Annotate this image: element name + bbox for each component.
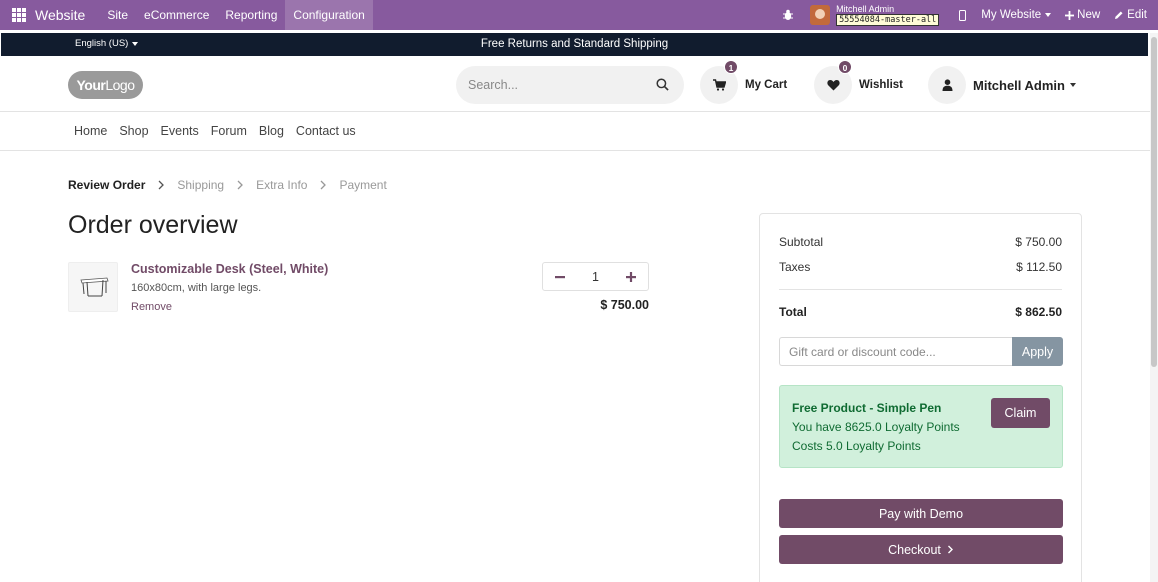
wizard-step-payment[interactable]: Payment: [339, 178, 386, 192]
nav-shop[interactable]: Shop: [113, 112, 154, 150]
new-button-label: New: [1077, 9, 1101, 21]
reward-points-available: You have 8625.0 Loyalty Points: [792, 420, 960, 434]
chevron-right-icon: [158, 180, 165, 190]
page-title: Order overview: [68, 211, 238, 239]
order-summary-card: Subtotal $ 750.00 Taxes $ 112.50 Total $…: [759, 213, 1082, 582]
website-switcher-label: My Website: [981, 9, 1042, 21]
search-bar: [456, 66, 684, 104]
menu-ecommerce[interactable]: eCommerce: [136, 0, 217, 30]
admin-navbar: Website Site eCommerce Reporting Configu…: [0, 0, 1158, 30]
nav-events[interactable]: Events: [155, 112, 205, 150]
wishlist-icon-wrap: 0: [814, 60, 852, 104]
checkout-button[interactable]: Checkout: [779, 535, 1063, 564]
taxes-label: Taxes: [779, 260, 811, 274]
scrollbar-thumb[interactable]: [1151, 37, 1157, 367]
desk-thumbnail-icon: [80, 277, 109, 297]
user-db-block[interactable]: Mitchell Admin 55554084-master-all: [836, 4, 940, 26]
debug-bug-icon[interactable]: [782, 9, 794, 21]
menu-site[interactable]: Site: [99, 0, 136, 30]
nav-forum[interactable]: Forum: [205, 112, 253, 150]
site-logo[interactable]: YourLogo: [68, 71, 143, 99]
menu-reporting[interactable]: Reporting: [217, 0, 285, 30]
apps-menu-icon[interactable]: [12, 8, 26, 22]
nav-contact-us[interactable]: Contact us: [290, 112, 362, 150]
subtotal-row: Subtotal $ 750.00: [779, 235, 1062, 249]
pay-with-demo-button[interactable]: Pay with Demo: [779, 499, 1063, 528]
total-row: Total $ 862.50: [779, 305, 1062, 319]
subtotal-value: $ 750.00: [1015, 235, 1062, 249]
wizard-step-review-order: Review Order: [68, 178, 146, 192]
checkout-wizard: Review Order Shipping Extra Info Payment: [68, 178, 387, 192]
logo-bold-text: Your: [76, 77, 106, 93]
quantity-input[interactable]: [577, 269, 614, 284]
plus-icon: [1065, 10, 1075, 20]
reward-title: Free Product - Simple Pen: [792, 401, 942, 415]
loyalty-reward-box: Free Product - Simple Pen You have 8625.…: [779, 385, 1063, 468]
chevron-right-icon: [237, 180, 244, 190]
pencil-icon: [1115, 11, 1123, 19]
wishlist-button[interactable]: 0 Wishlist: [814, 60, 903, 104]
main-navigation: Home Shop Events Forum Blog Contact us: [0, 112, 1150, 151]
user-menu-label: Mitchell Admin: [973, 77, 1065, 93]
taxes-row: Taxes $ 112.50: [779, 260, 1062, 274]
menu-configuration[interactable]: Configuration: [285, 0, 373, 30]
total-value: $ 862.50: [1015, 305, 1062, 319]
claim-reward-button[interactable]: Claim: [991, 398, 1050, 428]
subtotal-label: Subtotal: [779, 235, 824, 249]
mobile-preview-icon[interactable]: [959, 9, 967, 21]
wishlist-label: Wishlist: [859, 79, 903, 91]
increase-quantity-button[interactable]: [614, 263, 648, 290]
edit-button[interactable]: Edit: [1114, 9, 1147, 21]
user-icon-wrap: [928, 66, 966, 104]
reward-points-cost: Costs 5.0 Loyalty Points: [792, 439, 921, 453]
checkout-button-label: Checkout: [888, 542, 941, 557]
chevron-down-icon: [1045, 13, 1052, 17]
search-icon[interactable]: [656, 78, 669, 91]
user-avatar[interactable]: [810, 5, 831, 25]
chevron-down-icon: [1069, 83, 1076, 87]
new-button[interactable]: New: [1065, 9, 1100, 21]
announcement-bar: English (US) Free Returns and Standard S…: [1, 33, 1148, 56]
product-name-link[interactable]: Customizable Desk (Steel, White): [131, 262, 328, 276]
line-price: $ 750.00: [600, 298, 649, 312]
admin-user-name: Mitchell Admin: [836, 4, 895, 14]
cart-button[interactable]: 1 My Cart: [700, 60, 788, 104]
minus-icon: [555, 275, 565, 278]
plus-icon: [626, 271, 636, 282]
database-name: 55554084-master-all: [836, 14, 940, 26]
heart-icon: [826, 80, 840, 91]
cart-label: My Cart: [745, 79, 788, 91]
decrease-quantity-button[interactable]: [543, 263, 577, 290]
app-brand[interactable]: Website: [35, 7, 85, 23]
total-label: Total: [779, 305, 807, 319]
cart-icon-wrap: 1: [700, 60, 738, 104]
taxes-value: $ 112.50: [1016, 260, 1062, 274]
user-menu[interactable]: Mitchell Admin: [928, 66, 1076, 104]
quantity-stepper: [542, 262, 649, 291]
user-icon: [942, 79, 952, 91]
chevron-right-icon: [947, 545, 953, 554]
chevron-right-icon: [320, 180, 327, 190]
wishlist-count-badge: 0: [838, 60, 852, 74]
apply-coupon-button[interactable]: Apply: [1012, 337, 1063, 366]
coupon-input[interactable]: [779, 337, 1012, 366]
announcement-message: Free Returns and Standard Shipping: [480, 38, 669, 50]
site-header: YourLogo 1 My Cart 0 Wishlist Mitchell A…: [0, 56, 1150, 112]
website-switcher[interactable]: My Website: [981, 9, 1052, 21]
summary-divider: [779, 289, 1062, 290]
product-description: 160x80cm, with large legs.: [131, 282, 262, 294]
wizard-step-shipping[interactable]: Shipping: [177, 178, 224, 192]
search-input[interactable]: [468, 78, 648, 92]
nav-home[interactable]: Home: [68, 112, 113, 150]
wizard-step-extra-info[interactable]: Extra Info: [256, 178, 307, 192]
remove-link[interactable]: Remove: [131, 301, 172, 313]
edit-button-label: Edit: [1127, 9, 1147, 21]
nav-blog[interactable]: Blog: [253, 112, 290, 150]
cart-count-badge: 1: [724, 60, 738, 74]
coupon-form: Apply: [779, 337, 1063, 366]
page-scrollbar[interactable]: [1150, 33, 1158, 582]
product-image[interactable]: [68, 262, 118, 312]
logo-light-text: Logo: [105, 77, 135, 93]
cart-icon: [712, 79, 726, 91]
